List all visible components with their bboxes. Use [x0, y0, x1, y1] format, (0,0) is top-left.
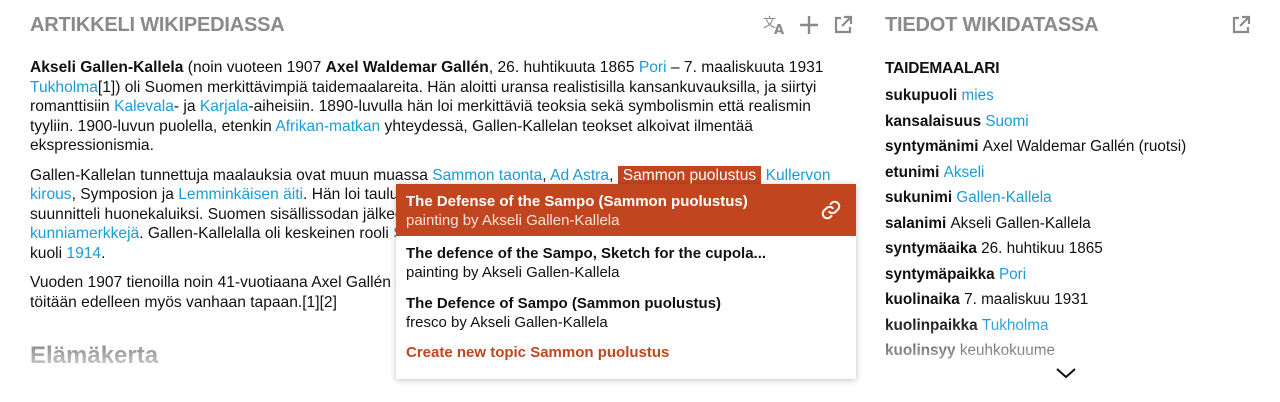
- fact-row: etunimi Akseli: [885, 163, 1186, 189]
- text-run: - ja: [173, 98, 200, 115]
- fact-label: etunimi: [885, 163, 944, 181]
- fact-value: keuhkokuume: [959, 342, 1056, 359]
- text-run: . Gallen-Kallelalla oli keskeinen rooli: [139, 225, 394, 242]
- fact-value-link[interactable]: mies: [962, 87, 994, 104]
- panel-title: ARTIKKELI WIKIPEDIASSA: [30, 14, 285, 36]
- option-description: fresco by Akseli Gallen-Kallela: [406, 314, 608, 331]
- open-external-icon[interactable]: [1228, 12, 1254, 38]
- article-link[interactable]: Kalevala: [114, 98, 174, 115]
- fact-value: Axel Waldemar Gallén (ruotsi): [982, 138, 1187, 155]
- fact-label: sukunimi: [885, 189, 957, 206]
- bold-text: Axel Waldemar Gallén: [325, 59, 489, 76]
- article-link[interactable]: Sammon taonta: [432, 167, 542, 184]
- article-link[interactable]: Afrikan-matkan: [275, 118, 380, 135]
- fact-value: 7. maaliskuu 1931: [964, 291, 1089, 308]
- article-link[interactable]: Karjala: [200, 98, 249, 115]
- section-heading: Elämäkerta: [30, 342, 159, 369]
- article-link[interactable]: Ad Astra: [550, 167, 609, 184]
- fact-value-link[interactable]: Tukholma: [982, 317, 1049, 334]
- text-run: (noin vuoteen 1907: [183, 59, 326, 76]
- fact-row: syntymäaika 26. huhtikuu 1865: [885, 239, 1186, 265]
- fact-row: kuolinpaikka Tukholma: [885, 316, 1186, 342]
- wikidata-toolbar: [1228, 12, 1254, 38]
- panel-title: TIEDOT WIKIDATASSA: [885, 14, 1099, 36]
- fact-row: salanimi Akseli Gallen-Kallela: [885, 214, 1186, 240]
- create-topic-link[interactable]: Create new topic Sammon puolustus: [396, 336, 856, 369]
- link-icon[interactable]: [820, 199, 842, 226]
- fact-label: syntymänimi: [885, 138, 983, 155]
- plus-icon[interactable]: [796, 12, 822, 38]
- fact-label: kuolinpaikka: [885, 316, 982, 334]
- text-run: , Symposion ja: [71, 186, 179, 203]
- fact-value: Akseli Gallen-Kallela: [950, 214, 1091, 232]
- article-toolbar: 文A: [762, 12, 856, 38]
- option-title: The Defense of the Sampo (Sammon puolust…: [406, 193, 748, 210]
- fact-row: kuolinaika 7. maaliskuu 1931: [885, 290, 1186, 316]
- text-run: , 26. huhtikuuta 1865: [488, 59, 639, 76]
- option-title: The Defence of Sampo (Sammon puolustus): [406, 295, 722, 312]
- text-run: .: [101, 244, 106, 262]
- fact-value-link[interactable]: Pori: [999, 266, 1026, 283]
- suggestion-option[interactable]: The defence of the Sampo, Sketch for the…: [396, 236, 856, 286]
- text-run: ,: [542, 166, 551, 184]
- fact-row: kansalaisuus Suomi: [885, 112, 1186, 138]
- fact-row: syntymänimi Axel Waldemar Gallén (ruotsi…: [885, 137, 1186, 163]
- fact-value-link[interactable]: Suomi: [985, 113, 1028, 130]
- article-link[interactable]: Tukholma: [30, 79, 98, 96]
- option-title: The defence of the Sampo, Sketch for the…: [406, 245, 767, 262]
- fact-row: kuolinsyy keuhkokuume: [885, 341, 1186, 367]
- fact-label: sukupuoli: [885, 87, 962, 104]
- fact-label: kuolinsyy: [885, 342, 960, 359]
- topic-suggestion-popup: The Defense of the Sampo (Sammon puolust…: [396, 184, 856, 379]
- fact-value-link[interactable]: Gallen-Kallela: [956, 189, 1051, 206]
- fact-label: kansalaisuus: [885, 112, 986, 130]
- fact-label: salanimi: [885, 214, 951, 232]
- article-link[interactable]: Lemminkäisen äiti: [178, 186, 303, 203]
- article-paragraph: Akseli Gallen-Kallela (noin vuoteen 1907…: [30, 58, 856, 156]
- wikidata-panel: TIEDOT WIKIDATASSA TAIDEMAALARI sukupuol…: [885, 0, 1280, 402]
- fact-row: syntymäpaikka Pori: [885, 265, 1186, 291]
- facts-list: sukupuoli mies kansalaisuus Suomi syntymän…: [885, 86, 1186, 367]
- fact-row: sukupuoli mies: [885, 86, 1186, 112]
- fact-label: kuolinaika: [885, 291, 965, 308]
- suggestion-option[interactable]: The Defence of Sampo (Sammon puolustus) …: [396, 286, 856, 336]
- article-link[interactable]: Pori: [639, 59, 667, 76]
- article-link[interactable]: kunniamerkkejä: [30, 225, 139, 242]
- text-run: ,: [609, 166, 618, 184]
- fact-value-link[interactable]: Akseli: [944, 164, 985, 181]
- translate-icon[interactable]: 文A: [762, 12, 788, 38]
- entity-type: TAIDEMAALARI: [885, 60, 1000, 77]
- fact-label: syntymäaika: [885, 240, 982, 257]
- option-description: painting by Akseli Gallen-Kallela: [406, 212, 620, 229]
- fact-row: sukunimi Gallen-Kallela: [885, 188, 1186, 214]
- chevron-down-icon[interactable]: [1055, 366, 1077, 385]
- article-link[interactable]: 1914: [66, 245, 101, 262]
- text-run: – 7. maaliskuuta 1931: [666, 59, 824, 76]
- open-external-icon[interactable]: [830, 12, 856, 38]
- highlighted-mention[interactable]: Sammon puolustus: [617, 165, 762, 185]
- svg-text:A: A: [774, 23, 784, 36]
- text-run: Gallen-Kallelan tunnettuja maalauksia ov…: [30, 166, 433, 184]
- suggestion-option-selected[interactable]: The Defense of the Sampo (Sammon puolust…: [396, 184, 856, 236]
- bold-text: Akseli Gallen-Kallela: [30, 59, 184, 76]
- fact-label: syntymäpaikka: [885, 265, 999, 283]
- option-description: painting by Akseli Gallen-Kallela: [406, 264, 620, 281]
- fact-value: 26. huhtikuu 1865: [981, 240, 1103, 257]
